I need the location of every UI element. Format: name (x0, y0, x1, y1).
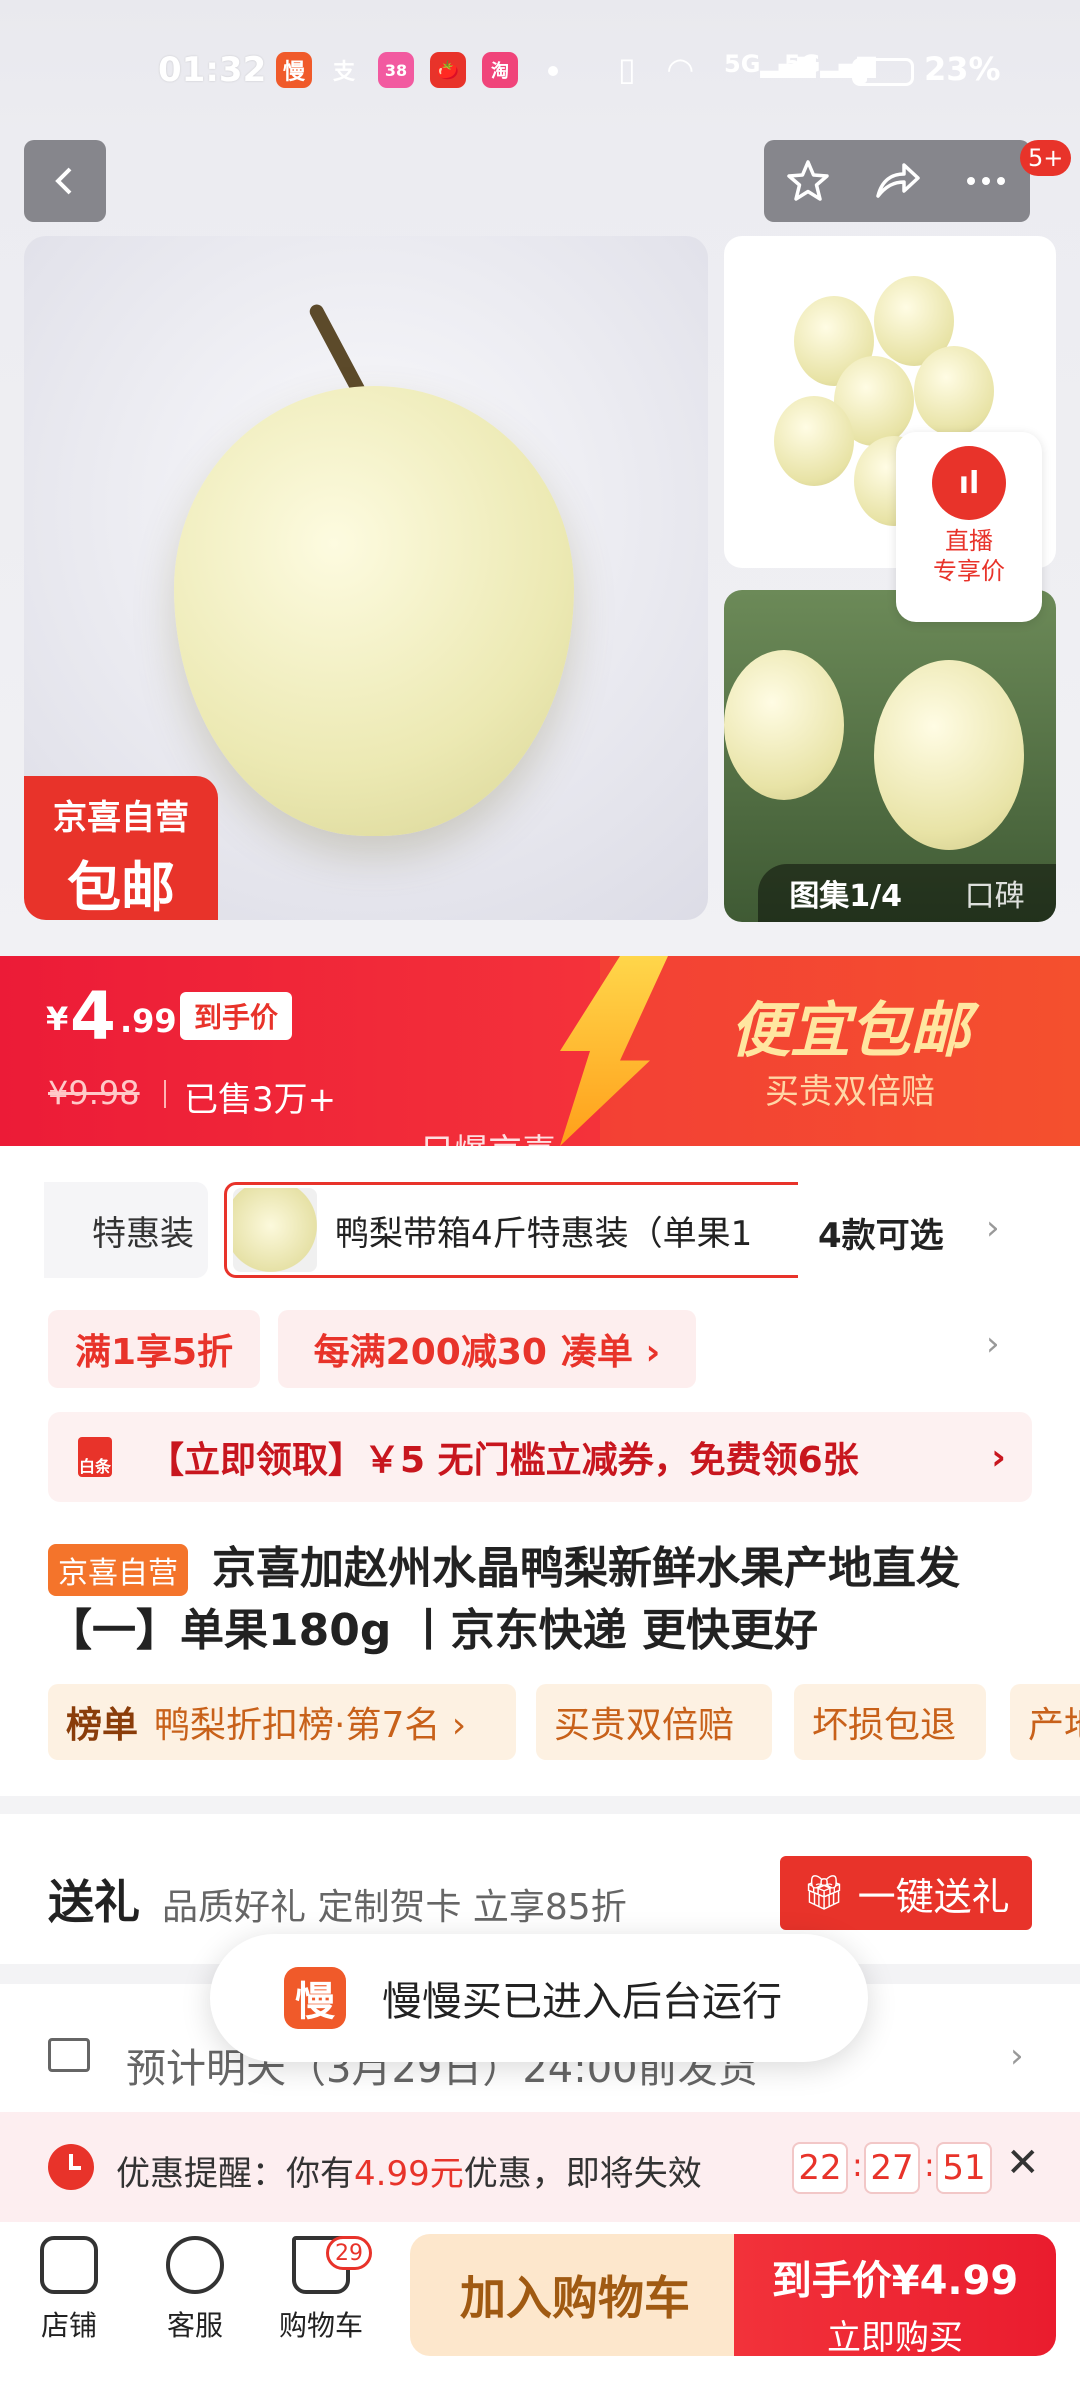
gift-description: 品质好礼 定制贺卡 立享85折 (162, 1887, 627, 1928)
top-action-group (764, 140, 1030, 222)
review-tab[interactable]: 口碑 (965, 871, 1025, 915)
live-price-label: 专享价 (933, 557, 1005, 585)
back-arrow-icon (55, 167, 72, 195)
buy-price-label: 到手价¥4.99 (771, 2258, 1019, 2304)
voucher-text: 【立即领取】￥5 无门槛立减券，免费领6张 (148, 1440, 859, 1481)
wifi-icon: ◠ (668, 50, 693, 88)
ranking-text: 鸭梨折扣榜·第7名 › (154, 1705, 467, 1746)
sku-option-selected[interactable]: 鸭梨带箱4斤特惠装（单果1 (224, 1182, 798, 1278)
alipay-notification-icon: 支 (332, 60, 355, 85)
coupon-threshold-label: 每满200减30 (313, 1332, 547, 1373)
countdown-separator: : (852, 2146, 863, 2184)
final-price-tag: 到手价 (180, 992, 293, 1040)
sku-option-prev[interactable]: 特惠装 (44, 1182, 208, 1278)
price-guarantee-chip[interactable]: 买贵双倍赔 (536, 1684, 772, 1760)
coupon-chevron-icon[interactable]: › (986, 1324, 1000, 1364)
app-notification-icon: 慢 (276, 52, 312, 88)
manmanmai-app-icon: 慢 (284, 1967, 346, 2029)
product-title: 京喜加赵州水晶鸭梨新鲜水果产地直发【一】单果180g 丨京东快递 更快更好 (48, 1543, 960, 1656)
damage-return-chip[interactable]: 坏损包退 (794, 1684, 986, 1760)
back-button[interactable] (24, 140, 106, 222)
close-reminder-icon[interactable]: ✕ (1006, 2140, 1040, 2186)
battery-percent: 23% (924, 50, 1001, 88)
favorite-star-icon[interactable] (783, 156, 833, 206)
promo-title: 便宜包邮 (730, 996, 970, 1066)
reminder-text: 优惠提醒：你有4.99元优惠，即将失效 (116, 2154, 702, 2194)
cart-label: 购物车 (278, 2309, 363, 2342)
share-icon[interactable] (870, 156, 924, 206)
send-gift-button[interactable]: 🎁︎ 一键送礼 (780, 1856, 1032, 1930)
coupon-discount-chip[interactable]: 满1享5折 (48, 1310, 260, 1388)
product-self-operated-tag: 京喜自营 (48, 1544, 188, 1596)
buy-now-label: 立即购买 (827, 2318, 963, 2358)
send-gift-label: 一键送礼 (857, 1874, 1010, 1919)
buy-now-button[interactable]: 到手价¥4.99 立即购买 (734, 2234, 1056, 2358)
jingxi-free-shipping-badge: 京喜自营 包邮 (24, 776, 218, 920)
sku-more-label: 4款可选 (818, 1216, 944, 1256)
shipping-chevron-icon[interactable]: › (1010, 2036, 1024, 2076)
origin-chip[interactable]: 产地 (1010, 1684, 1080, 1760)
shop-label: 店铺 (40, 2309, 97, 2342)
original-price: ¥9.98 (48, 1074, 140, 1112)
live-icon: ıl (932, 446, 1006, 520)
pear-image (174, 386, 574, 836)
status-time: 01:32 (158, 50, 267, 90)
shop-button[interactable]: 店铺 (14, 2236, 124, 2344)
delivery-truck-icon (48, 2038, 90, 2072)
vibrate-icon: ▯ (618, 50, 636, 88)
currency-symbol: ¥ (46, 1000, 69, 1038)
more-notifications-dot-icon (548, 66, 558, 76)
album-counter[interactable]: 图集1/4 (789, 871, 902, 915)
customer-service-button[interactable]: 客服 (140, 2236, 250, 2344)
more-options-icon[interactable] (961, 156, 1011, 206)
countdown-seconds: 51 (936, 2142, 992, 2194)
price-integer: 4 (70, 978, 116, 1055)
message-count-badge: 5+ (1020, 140, 1072, 176)
store-icon (40, 2236, 98, 2294)
coupon-combine-link[interactable]: 凑单 › (561, 1323, 660, 1375)
taobao-notification-icon: 淘 (482, 52, 518, 88)
app-notification-icon-2: 🍅 (430, 52, 466, 88)
price-decimal: .99 (120, 1002, 177, 1040)
smile-face-icon (166, 2236, 224, 2294)
sku-chevron-icon[interactable]: › (986, 1208, 1000, 1248)
price-divider (164, 1080, 166, 1108)
voucher-chevron-icon: › (991, 1436, 1006, 1478)
gift-box-icon: 🎁︎ (802, 1873, 846, 1913)
promo-subtitle: 买贵双倍赔 (765, 1072, 935, 1112)
background-running-toast: 慢 慢慢买已进入后台运行 (210, 1934, 868, 2062)
sku-thumbnail (233, 1188, 317, 1272)
faint-overlay-text: 只爆京喜 (420, 1132, 556, 1172)
status-bar: 01:32 慢 支 38 🍅 淘 ▯ ◠ 5G▂▄▆ 5G▂▄▆ 23% (0, 0, 1080, 140)
baitiao-icon: 白条 (78, 1437, 112, 1477)
ranking-label: 榜单 (66, 1705, 139, 1746)
gift-title: 送礼 (48, 1875, 140, 1929)
live-exclusive-price-button[interactable]: ıl 直播 专享价 (896, 432, 1042, 622)
ranking-chip[interactable]: 榜单 鸭梨折扣榜·第7名 › (48, 1684, 516, 1760)
sold-count: 已售3万+ (184, 1080, 337, 1120)
cart-count-badge: 29 (326, 2236, 372, 2270)
clock-icon (48, 2144, 94, 2190)
sku-selected-label: 鸭梨带箱4斤特惠装（单果1 (335, 1213, 753, 1254)
app-38-notification-icon: 38 (378, 52, 414, 88)
live-label: 直播 (945, 527, 993, 555)
voucher-banner[interactable]: 白条 【立即领取】￥5 无门槛立减券，免费领6张 › (48, 1412, 1032, 1502)
battery-icon (852, 58, 914, 86)
sku-more-options[interactable]: 4款可选 (818, 1208, 944, 1257)
add-to-cart-button[interactable]: 加入购物车 (410, 2234, 740, 2356)
album-tabs[interactable]: 图集1/4 口碑 (758, 864, 1056, 922)
toast-message: 慢慢买已进入后台运行 (382, 1979, 782, 2025)
countdown-separator-2: : (924, 2146, 935, 2184)
countdown-minutes: 27 (864, 2142, 920, 2194)
service-label: 客服 (166, 2309, 223, 2342)
countdown-hours: 22 (792, 2142, 848, 2194)
coupon-threshold-chip[interactable]: 每满200减30 凑单 › (278, 1310, 696, 1388)
